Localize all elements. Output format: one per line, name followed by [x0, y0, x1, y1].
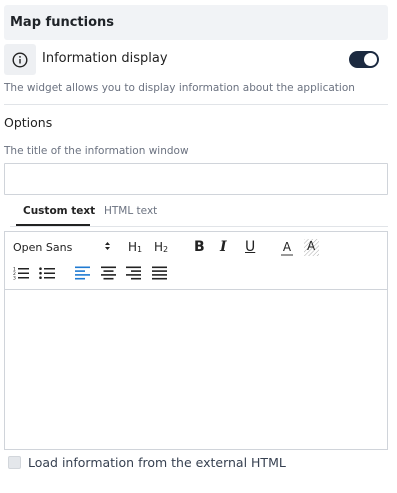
align-left-button[interactable]	[75, 266, 90, 280]
load-external-html-label[interactable]: Load information from the external HTML	[28, 455, 286, 470]
info-window-title-input[interactable]	[4, 163, 388, 195]
feature-description: The widget allows you to display informa…	[4, 82, 355, 94]
tab-html-text[interactable]: HTML text	[104, 205, 157, 217]
tab-custom-text[interactable]: Custom text	[23, 205, 95, 217]
heading1-sub: 1	[137, 244, 143, 254]
ordered-list-icon: 1 2 3	[13, 267, 29, 281]
load-external-html-checkbox[interactable]	[8, 456, 21, 469]
divider	[4, 104, 388, 105]
title-field-label: The title of the information window	[4, 145, 189, 157]
section-title: Map functions	[10, 15, 115, 30]
align-center-icon	[101, 266, 116, 280]
align-center-button[interactable]	[101, 266, 116, 280]
heading1-label: H	[128, 240, 138, 254]
bullet-list-button[interactable]	[39, 266, 55, 280]
underline-button[interactable]: U	[245, 239, 255, 255]
info-icon	[4, 44, 36, 75]
svg-text:3: 3	[13, 276, 16, 281]
bold-button[interactable]: B	[194, 239, 205, 255]
section-header: Map functions	[4, 5, 388, 40]
editor-content-area[interactable]	[5, 290, 387, 449]
italic-button[interactable]: I	[220, 239, 227, 255]
heading2-label: H	[154, 240, 164, 254]
toggle-knob	[364, 53, 377, 66]
font-family-value: Open Sans	[13, 241, 73, 254]
options-heading: Options	[4, 115, 53, 130]
heading2-button[interactable]: H2	[154, 240, 168, 254]
align-justify-button[interactable]	[152, 266, 167, 280]
align-justify-icon	[152, 266, 167, 280]
feature-label: Information display	[42, 51, 168, 66]
align-left-icon	[75, 266, 90, 280]
font-select-caret-icon[interactable]	[104, 241, 111, 252]
font-color-bar	[281, 253, 293, 256]
font-family-select[interactable]: Open Sans	[13, 241, 72, 254]
font-color-button[interactable]: A	[280, 239, 294, 257]
ordered-list-button[interactable]: 1 2 3	[13, 266, 29, 280]
tabs-divider	[10, 226, 388, 227]
font-color-icon: A	[282, 239, 292, 254]
background-color-glyph: A	[307, 239, 316, 253]
heading2-sub: 2	[163, 244, 169, 254]
bullet-list-icon	[39, 267, 55, 279]
information-display-toggle[interactable]	[349, 51, 379, 68]
background-color-button[interactable]: A	[304, 239, 319, 256]
align-right-button[interactable]	[126, 266, 141, 280]
align-right-icon	[126, 266, 141, 280]
heading1-button[interactable]: H1	[128, 240, 142, 254]
